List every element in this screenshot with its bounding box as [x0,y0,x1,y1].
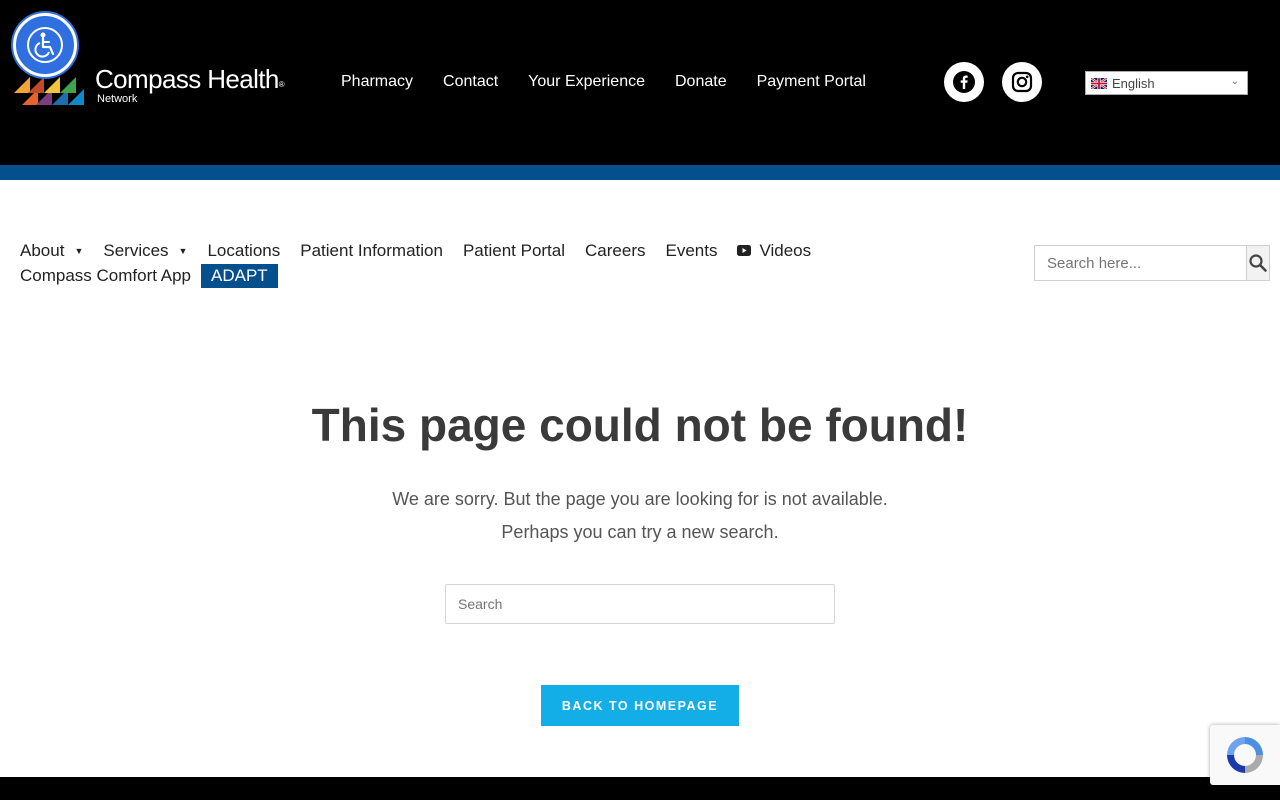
nav-donate[interactable]: Donate [675,72,727,92]
youtube-icon [737,245,752,256]
accessibility-button[interactable] [13,13,77,77]
nav-pharmacy[interactable]: Pharmacy [341,72,413,92]
nav-patient-information[interactable]: Patient Information [300,241,443,261]
search-icon [1249,254,1267,272]
nav-your-experience[interactable]: Your Experience [528,72,645,92]
nav-services[interactable]: Services ▼ [103,241,187,261]
back-to-homepage-button[interactable]: BACK TO HOMEPAGE [541,685,739,726]
nav-compass-comfort-app[interactable]: Compass Comfort App [20,266,191,286]
site-search-button[interactable] [1246,246,1269,280]
nav-videos[interactable]: Videos [737,241,811,261]
error-suggestion: Perhaps you can try a new search. [501,522,779,542]
instagram-link[interactable] [1002,62,1042,102]
nav-contact[interactable]: Contact [443,72,498,92]
recaptcha-badge[interactable] [1210,725,1280,785]
language-select[interactable]: English ⌄ [1085,71,1248,95]
nav-locations[interactable]: Locations [207,241,280,261]
site-search [1034,245,1270,281]
nav-payment-portal[interactable]: Payment Portal [757,72,866,92]
facebook-link[interactable] [944,62,984,102]
wheelchair-icon [27,27,63,63]
error-search [445,584,835,624]
error-message: We are sorry. But the page you are looki… [392,489,888,509]
nav-patient-portal[interactable]: Patient Portal [463,241,565,261]
uk-flag-icon [1091,77,1107,89]
facebook-icon [953,71,975,93]
nav-about[interactable]: About ▼ [20,241,83,261]
recaptcha-icon [1227,737,1263,773]
error-search-input[interactable] [446,585,834,623]
main-nav-row: About ▼ Services ▼ Locations Patient Infor… [20,238,840,263]
nav-careers[interactable]: Careers [585,241,645,261]
footer-strip [0,777,1280,800]
header-stripe [0,165,1280,180]
top-nav: Pharmacy Contact Your Experience Donate … [341,72,896,92]
nav-events[interactable]: Events [665,241,717,261]
instagram-icon [1011,71,1033,93]
logo-text: Compass Health® Network [95,64,285,105]
site-search-input[interactable] [1035,246,1246,280]
chevron-down-icon: ⌄ [1230,76,1239,87]
error-title: This page could not be found! [311,399,969,451]
caret-down-icon: ▼ [74,245,84,256]
main-nav-row: Compass Comfort App ADAPT [20,263,840,288]
main-nav: About ▼ Services ▼ Locations Patient Infor… [20,238,840,288]
caret-down-icon: ▼ [178,245,188,256]
nav-adapt[interactable]: ADAPT [201,263,278,288]
language-selected: English [1112,75,1155,91]
